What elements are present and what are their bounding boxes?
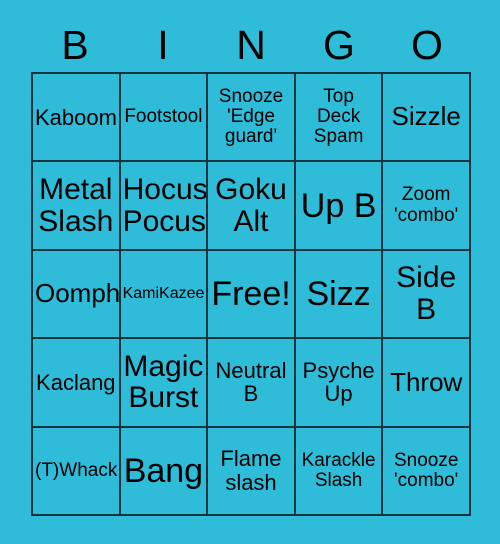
bingo-cell-label: (T)Whack: [35, 459, 118, 481]
bingo-cell[interactable]: Sizz: [295, 250, 384, 340]
bingo-cell-label: Kaclang: [36, 369, 116, 395]
bingo-cell-label: Neutral B: [215, 358, 287, 407]
bingo-cell[interactable]: Snooze 'combo': [383, 427, 471, 516]
bingo-cell[interactable]: Footstool: [120, 74, 209, 163]
bingo-cell[interactable]: KamiKazee: [120, 250, 209, 340]
bingo-cell[interactable]: Bang: [120, 427, 209, 516]
bingo-cell[interactable]: Neutral B: [208, 339, 296, 428]
bingo-cell[interactable]: Snooze 'Edge guard': [208, 74, 296, 163]
bingo-cell-label: Goku Alt: [215, 172, 287, 238]
bingo-cell-label: Free!: [211, 274, 291, 313]
bingo-cell[interactable]: Sizzle: [383, 74, 471, 163]
bingo-cell-label: Sizzle: [391, 101, 461, 132]
bingo-cell[interactable]: Free!: [208, 250, 296, 340]
header-letter-g: G: [323, 21, 355, 68]
bingo-cell-label: Side B: [396, 261, 457, 326]
bingo-cell[interactable]: Up B: [295, 162, 384, 251]
bingo-cell[interactable]: Kaclang: [33, 339, 121, 428]
bingo-cell[interactable]: Side B: [383, 250, 471, 340]
bingo-cell-label: Up B: [300, 186, 377, 225]
bingo-cell[interactable]: Psyche Up: [295, 339, 384, 428]
bingo-cell[interactable]: Kaboom: [33, 74, 121, 163]
header-letter-i: I: [157, 21, 169, 68]
bingo-cell-label: Zoom 'combo': [394, 184, 459, 226]
bingo-cell-label: Bang: [123, 451, 204, 490]
bingo-grid: Kaboom Footstool Snooze 'Edge guard' Top De…: [31, 72, 471, 516]
bingo-header: B I N G O: [31, 18, 471, 72]
header-letter-n: N: [236, 21, 266, 68]
bingo-cell-label: Snooze 'combo': [393, 449, 459, 491]
bingo-cell-label: Sizz: [306, 274, 371, 313]
bingo-cell[interactable]: (T)Whack: [33, 427, 121, 516]
bingo-cell-label: Footstool: [124, 106, 203, 128]
header-letter-o: O: [411, 21, 443, 68]
bingo-cell-label: Kaboom: [35, 104, 117, 130]
bingo-cell-label: Flame slash: [220, 446, 282, 495]
bingo-cell[interactable]: Top Deck Spam: [295, 74, 384, 163]
bingo-cell[interactable]: Flame slash: [208, 427, 296, 516]
bingo-cell-label: Snooze 'Edge guard': [218, 86, 284, 148]
bingo-cell[interactable]: Karackle Slash: [295, 427, 384, 516]
bingo-cell[interactable]: Throw: [383, 339, 471, 428]
bingo-cell-label: Magic Burst: [123, 349, 204, 415]
header-letter-b: B: [61, 21, 89, 68]
bingo-card: B I N G O Kaboom Footstool Snooze 'Edge gu…: [0, 0, 500, 544]
bingo-cell[interactable]: Magic Burst: [120, 339, 209, 428]
bingo-cell[interactable]: Oomph: [33, 250, 121, 340]
bingo-cell-label: Karackle Slash: [301, 449, 376, 491]
bingo-cell-label: Metal Slash: [38, 172, 114, 238]
bingo-cell-label: Top Deck Spam: [313, 86, 364, 148]
bingo-cell-label: Oomph: [35, 278, 121, 309]
bingo-cell[interactable]: Hocus Pocus: [120, 162, 209, 251]
bingo-cell[interactable]: Zoom 'combo': [383, 162, 471, 251]
bingo-cell-label: Psyche Up: [302, 358, 375, 407]
bingo-cell-label: Throw: [390, 366, 463, 397]
bingo-cell-label: Hocus Pocus: [122, 172, 208, 238]
bingo-cell[interactable]: Metal Slash: [33, 162, 121, 251]
bingo-cell[interactable]: Goku Alt: [208, 162, 296, 251]
bingo-cell-label: KamiKazee: [122, 284, 205, 302]
